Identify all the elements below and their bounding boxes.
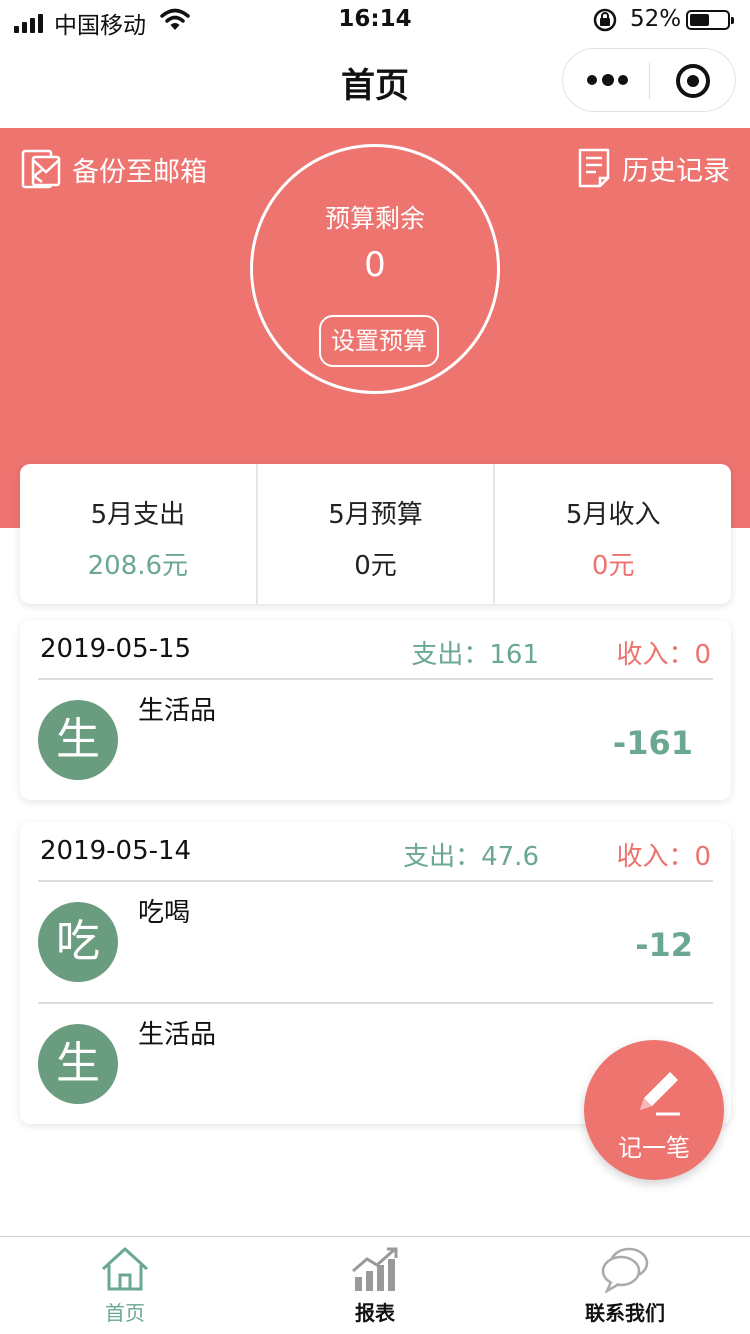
history-records-button[interactable]: 历史记录 bbox=[576, 148, 730, 188]
tab-contact[interactable]: 联系我们 bbox=[500, 1237, 750, 1334]
category-name: 吃喝 bbox=[138, 898, 191, 928]
chat-icon bbox=[601, 1247, 649, 1293]
tab-home[interactable]: 首页 bbox=[0, 1237, 250, 1334]
tab-label: 首页 bbox=[105, 1301, 145, 1325]
mini-program-capsule bbox=[562, 48, 736, 112]
more-icon[interactable] bbox=[587, 71, 629, 91]
app-page: 中国移动 16:14 52% 首页 备份至邮箱 历史记录 预算剩余 0 设置预算… bbox=[0, 0, 750, 1334]
backup-to-email-button[interactable]: 备份至邮箱 bbox=[20, 148, 207, 190]
home-icon bbox=[101, 1247, 149, 1291]
nav-bar: 首页 bbox=[0, 40, 750, 128]
category-avatar: 生 bbox=[38, 700, 118, 780]
budget-remaining-label: 预算剩余 bbox=[324, 204, 425, 233]
backup-email-icon bbox=[21, 149, 61, 189]
day-date: 2019-05-15 bbox=[40, 634, 192, 664]
day-income-total: 收入：0 bbox=[616, 640, 711, 670]
day-expense-total: 支出：161 bbox=[411, 640, 539, 670]
category-name: 生活品 bbox=[138, 1020, 217, 1050]
chart-icon bbox=[352, 1247, 398, 1291]
monthly-summary-card: 5月支出 208.6元 5月预算 0元 5月收入 0元 bbox=[20, 464, 731, 604]
category-avatar: 生 bbox=[38, 1024, 118, 1104]
summary-value: 208.6元 bbox=[87, 551, 189, 581]
summary-value: 0元 bbox=[354, 551, 397, 581]
summary-label: 5月收入 bbox=[565, 500, 661, 530]
summary-label: 5月支出 bbox=[90, 500, 186, 530]
set-budget-button[interactable]: 设置预算 bbox=[319, 315, 439, 367]
summary-label: 5月预算 bbox=[328, 500, 423, 530]
budget-remaining-circle: 预算剩余 0 设置预算 bbox=[250, 144, 500, 394]
backup-label: 备份至邮箱 bbox=[72, 156, 207, 188]
day-date: 2019-05-14 bbox=[40, 836, 192, 866]
category-name: 生活品 bbox=[138, 696, 217, 726]
category-avatar: 吃 bbox=[38, 902, 118, 982]
day-header: 2019-05-14 支出：47.6 收入：0 bbox=[38, 822, 713, 882]
tab-bar: 首页 报表 联系我们 bbox=[0, 1236, 750, 1334]
status-bar: 中国移动 16:14 52% bbox=[0, 0, 750, 40]
history-label: 历史记录 bbox=[622, 155, 730, 187]
day-expense-total: 支出：47.6 bbox=[403, 842, 539, 872]
battery-percentage: 52% bbox=[630, 6, 682, 32]
summary-income: 5月收入 0元 bbox=[495, 464, 731, 604]
transaction-amount: -161 bbox=[612, 724, 693, 762]
summary-budget: 5月预算 0元 bbox=[258, 464, 496, 604]
summary-value: 0元 bbox=[591, 551, 635, 581]
day-header: 2019-05-15 支出：161 收入：0 bbox=[38, 620, 713, 680]
rotation-lock-icon bbox=[593, 8, 617, 32]
day-income-total: 收入：0 bbox=[616, 842, 711, 872]
day-card: 2019-05-15 支出：161 收入：0 生 生活品 -161 bbox=[20, 620, 731, 800]
transaction-row[interactable]: 吃 吃喝 -12 bbox=[38, 882, 713, 1002]
close-capsule-icon[interactable] bbox=[676, 64, 710, 98]
pencil-icon bbox=[640, 1072, 680, 1116]
add-record-button[interactable]: 记一笔 bbox=[584, 1040, 724, 1180]
summary-expense: 5月支出 208.6元 bbox=[20, 464, 258, 604]
transaction-amount: -12 bbox=[635, 926, 693, 964]
tab-report[interactable]: 报表 bbox=[250, 1237, 500, 1334]
budget-remaining-value: 0 bbox=[364, 245, 386, 285]
tab-label: 报表 bbox=[355, 1301, 395, 1325]
battery-icon bbox=[686, 10, 734, 30]
transaction-row[interactable]: 生 生活品 -161 bbox=[38, 680, 713, 800]
tab-label: 联系我们 bbox=[585, 1301, 665, 1325]
add-record-label: 记一笔 bbox=[618, 1134, 690, 1162]
document-list-icon bbox=[578, 148, 610, 188]
